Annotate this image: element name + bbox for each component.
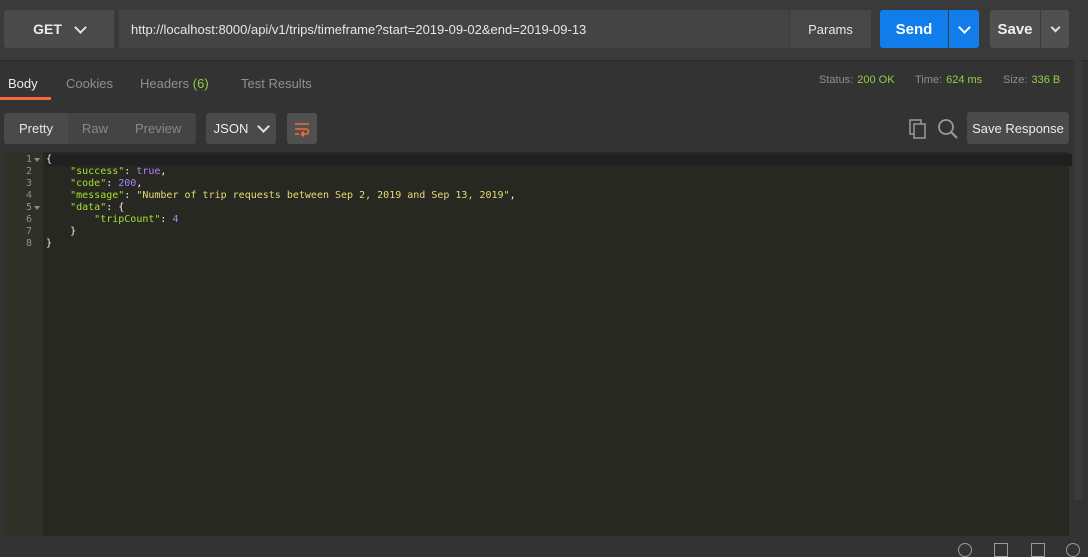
- fold-arrow-icon[interactable]: [34, 206, 40, 210]
- code-line: "data": {: [70, 202, 125, 213]
- tab-test-results[interactable]: Test Results: [241, 76, 312, 91]
- view-mode-group: Pretty Raw Preview: [4, 113, 196, 144]
- active-tab-indicator: [0, 97, 51, 100]
- wrap-lines-button[interactable]: [287, 113, 317, 144]
- body-toolbar: Pretty Raw Preview JSON Save Response: [0, 103, 1088, 151]
- line-number-gutter: 1 2 3 4 5 6 7 8: [4, 152, 43, 536]
- help-icon[interactable]: [1066, 543, 1080, 557]
- save-response-button[interactable]: Save Response: [967, 112, 1069, 144]
- code-line: "message": "Number of trip requests betw…: [70, 190, 516, 201]
- format-select[interactable]: JSON: [206, 113, 276, 144]
- tab-headers[interactable]: Headers (6): [140, 76, 209, 91]
- chevron-down-icon: [957, 20, 971, 34]
- json-key: "code": [70, 178, 107, 189]
- url-input[interactable]: http://localhost:8000/api/v1/trips/timef…: [119, 10, 789, 48]
- method-label: GET: [33, 21, 62, 37]
- chevron-down-icon: [74, 20, 87, 34]
- json-key: "data": [70, 202, 107, 213]
- json-key: "message": [70, 190, 125, 201]
- code-line: {: [46, 154, 1072, 166]
- mode-preview[interactable]: Preview: [135, 121, 181, 136]
- code-line: "tripCount": 4: [94, 214, 179, 225]
- status-value: 200 OK: [857, 74, 895, 86]
- mode-raw[interactable]: Raw: [82, 121, 108, 136]
- json-brace: {: [46, 154, 53, 165]
- response-body-editor[interactable]: 1 2 3 4 5 6 7 8 { "success": true, "code…: [4, 152, 1072, 536]
- url-text: http://localhost:8000/api/v1/trips/timef…: [131, 21, 587, 37]
- search-icon[interactable]: [936, 117, 960, 141]
- code-line: "success": true,: [70, 166, 167, 177]
- tab-headers-label: Headers: [140, 76, 190, 91]
- scrollbar[interactable]: [1074, 60, 1082, 500]
- code-line: "code": 200,: [70, 178, 143, 189]
- json-value: 4: [172, 214, 179, 225]
- fold-arrow-icon[interactable]: [34, 158, 40, 162]
- send-button[interactable]: Send: [880, 10, 948, 48]
- format-label: JSON: [213, 121, 249, 136]
- code-line: }: [46, 238, 52, 250]
- line-number: 2: [25, 166, 32, 177]
- line-number: 6: [25, 214, 32, 225]
- copy-icon[interactable]: [907, 117, 929, 141]
- size-label: Size:: [1003, 74, 1028, 86]
- line-number: 4: [25, 190, 32, 201]
- chevron-down-icon: [257, 120, 271, 133]
- status-label: Status:: [819, 74, 854, 86]
- request-bar: GET http://localhost:8000/api/v1/trips/t…: [0, 0, 1088, 60]
- json-key: "tripCount": [94, 214, 161, 225]
- line-number: 5: [25, 202, 32, 213]
- time-readout: Time: 624 ms: [915, 74, 982, 86]
- send-dropdown-button[interactable]: [949, 10, 979, 48]
- line-number: 3: [25, 178, 32, 189]
- line-number: 8: [25, 238, 32, 249]
- status-footer: [0, 536, 1088, 550]
- status-readout: Status: 200 OK: [819, 74, 895, 86]
- time-label: Time:: [915, 74, 943, 86]
- line-number: 7: [25, 226, 32, 237]
- json-value: true: [136, 166, 161, 177]
- params-button[interactable]: Params: [789, 10, 871, 48]
- tab-cookies[interactable]: Cookies: [66, 76, 113, 91]
- search-icon[interactable]: [958, 543, 972, 557]
- size-value: 336 B: [1031, 74, 1061, 86]
- json-value: "Number of trip requests between Sep 2, …: [136, 190, 510, 201]
- layout-icon[interactable]: [994, 543, 1008, 557]
- method-select[interactable]: GET: [4, 10, 114, 48]
- headers-count-badge: (6): [192, 76, 209, 91]
- chevron-down-icon: [1050, 22, 1060, 32]
- mode-pretty[interactable]: Pretty: [19, 121, 53, 136]
- save-dropdown-button[interactable]: [1041, 10, 1069, 48]
- line-number: 1: [25, 154, 32, 165]
- code-line: }: [46, 226, 76, 238]
- save-button[interactable]: Save: [990, 10, 1040, 48]
- json-key: "success": [70, 166, 125, 177]
- json-brace: }: [46, 238, 53, 249]
- keyboard-icon[interactable]: [1031, 543, 1045, 557]
- json-value: 200: [118, 178, 137, 189]
- size-readout: Size: 336 B: [1003, 74, 1060, 86]
- tab-body[interactable]: Body: [8, 76, 38, 91]
- time-value: 624 ms: [946, 74, 983, 86]
- wrap-icon: [295, 122, 310, 137]
- json-brace: }: [70, 226, 77, 237]
